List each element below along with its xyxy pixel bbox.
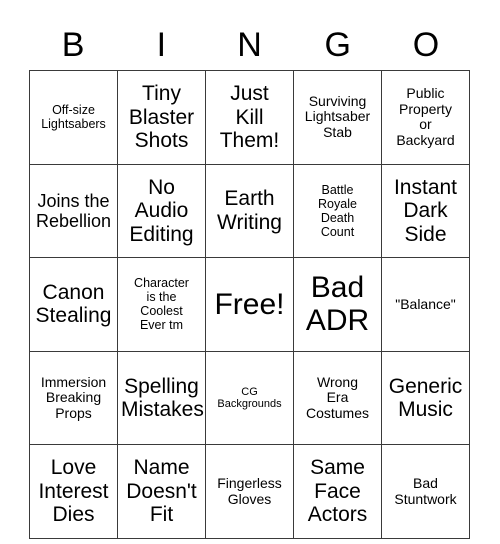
- bingo-cell-label: Tiny Blaster Shots: [128, 82, 195, 153]
- bingo-cell[interactable]: Earth Writing: [205, 163, 294, 259]
- bingo-cell[interactable]: Surviving Lightsaber Stab: [293, 70, 382, 165]
- bingo-cell-label: Just Kill Them!: [219, 82, 280, 153]
- bingo-cell-label: Fingerless Gloves: [217, 475, 282, 507]
- bingo-cell-label: Wrong Era Costumes: [305, 373, 370, 421]
- bingo-cell-label: CG Backgrounds: [217, 385, 282, 411]
- bingo-cell-label: Earth Writing: [217, 187, 282, 234]
- bingo-cell-label: Off-size Lightsabers: [41, 103, 106, 132]
- bingo-cell-label: Same Face Actors: [307, 456, 368, 527]
- bingo-cell[interactable]: Just Kill Them!: [205, 70, 294, 165]
- bingo-header-letter-o: O: [412, 26, 440, 64]
- bingo-cell-label: No Audio Editing: [129, 175, 194, 246]
- bingo-row: Love Interest Dies Name Doesn't Fit Fing…: [29, 444, 470, 539]
- bingo-cell-label: Spelling Mistakes: [121, 374, 204, 422]
- bingo-header-letter-n: N: [237, 26, 262, 64]
- bingo-cell-label: Bad ADR: [305, 270, 370, 338]
- bingo-cell-label: Love Interest Dies: [38, 456, 109, 527]
- bingo-cell[interactable]: Bad Stuntwork: [381, 444, 470, 539]
- bingo-cell[interactable]: Tiny Blaster Shots: [117, 70, 206, 165]
- bingo-cell[interactable]: Off-size Lightsabers: [29, 70, 118, 165]
- bingo-header-letter-i: I: [156, 26, 167, 64]
- bingo-cell[interactable]: Joins the Rebellion: [29, 163, 118, 259]
- bingo-cell-label: Immersion Breaking Props: [40, 373, 107, 421]
- bingo-cell-label: "Balance": [395, 295, 456, 312]
- bingo-cell[interactable]: Generic Music: [381, 350, 470, 446]
- bingo-cell[interactable]: Spelling Mistakes: [117, 350, 206, 446]
- bingo-cell-label: Canon Stealing: [35, 280, 112, 328]
- bingo-cell-label: Joins the Rebellion: [35, 190, 112, 231]
- bingo-header-letter-g: G: [324, 26, 351, 64]
- bingo-cell[interactable]: "Balance": [381, 257, 470, 352]
- bingo-cell-label: Generic Music: [388, 374, 463, 422]
- bingo-cell[interactable]: Wrong Era Costumes: [293, 350, 382, 446]
- bingo-cell-label: Surviving Lightsaber Stab: [304, 92, 371, 141]
- bingo-cell[interactable]: Bad ADR: [293, 257, 382, 352]
- bingo-cell[interactable]: Public Property or Backyard: [381, 70, 470, 165]
- bingo-cell[interactable]: Fingerless Gloves: [205, 444, 294, 539]
- bingo-cell-label: Free!: [214, 287, 285, 321]
- bingo-cell[interactable]: Love Interest Dies: [29, 444, 118, 539]
- bingo-cell[interactable]: CG Backgrounds: [205, 350, 294, 446]
- bingo-cell-label: Instant Dark Side: [393, 175, 458, 246]
- bingo-cell-label: Character is the Coolest Ever tm: [134, 276, 189, 333]
- bingo-cell[interactable]: Canon Stealing: [29, 257, 118, 352]
- bingo-row: Canon Stealing Character is the Coolest …: [29, 257, 470, 352]
- bingo-cell[interactable]: Instant Dark Side: [381, 163, 470, 259]
- bingo-card: B I N G O Off-size Lightsabers Tiny Blas…: [0, 0, 500, 544]
- bingo-row: Off-size Lightsabers Tiny Blaster Shots …: [29, 70, 470, 165]
- bingo-cell[interactable]: No Audio Editing: [117, 163, 206, 259]
- bingo-cell[interactable]: Immersion Breaking Props: [29, 350, 118, 446]
- bingo-cell-label: Bad Stuntwork: [394, 475, 457, 507]
- bingo-header-letter-b: B: [61, 26, 85, 64]
- bingo-cell-free[interactable]: Free!: [205, 257, 294, 352]
- bingo-grid: Off-size Lightsabers Tiny Blaster Shots …: [29, 70, 470, 539]
- bingo-row: Immersion Breaking Props Spelling Mistak…: [29, 350, 470, 446]
- bingo-cell[interactable]: Character is the Coolest Ever tm: [117, 257, 206, 352]
- bingo-cell[interactable]: Name Doesn't Fit: [117, 444, 206, 539]
- bingo-cell-label: Battle Royale Death Count: [318, 182, 357, 239]
- bingo-header: B I N G O: [29, 20, 470, 70]
- bingo-cell-label: Public Property or Backyard: [396, 84, 455, 148]
- bingo-row: Joins the Rebellion No Audio Editing Ear…: [29, 163, 470, 259]
- bingo-cell[interactable]: Battle Royale Death Count: [293, 163, 382, 259]
- bingo-cell-label: Name Doesn't Fit: [126, 456, 197, 527]
- bingo-cell[interactable]: Same Face Actors: [293, 444, 382, 539]
